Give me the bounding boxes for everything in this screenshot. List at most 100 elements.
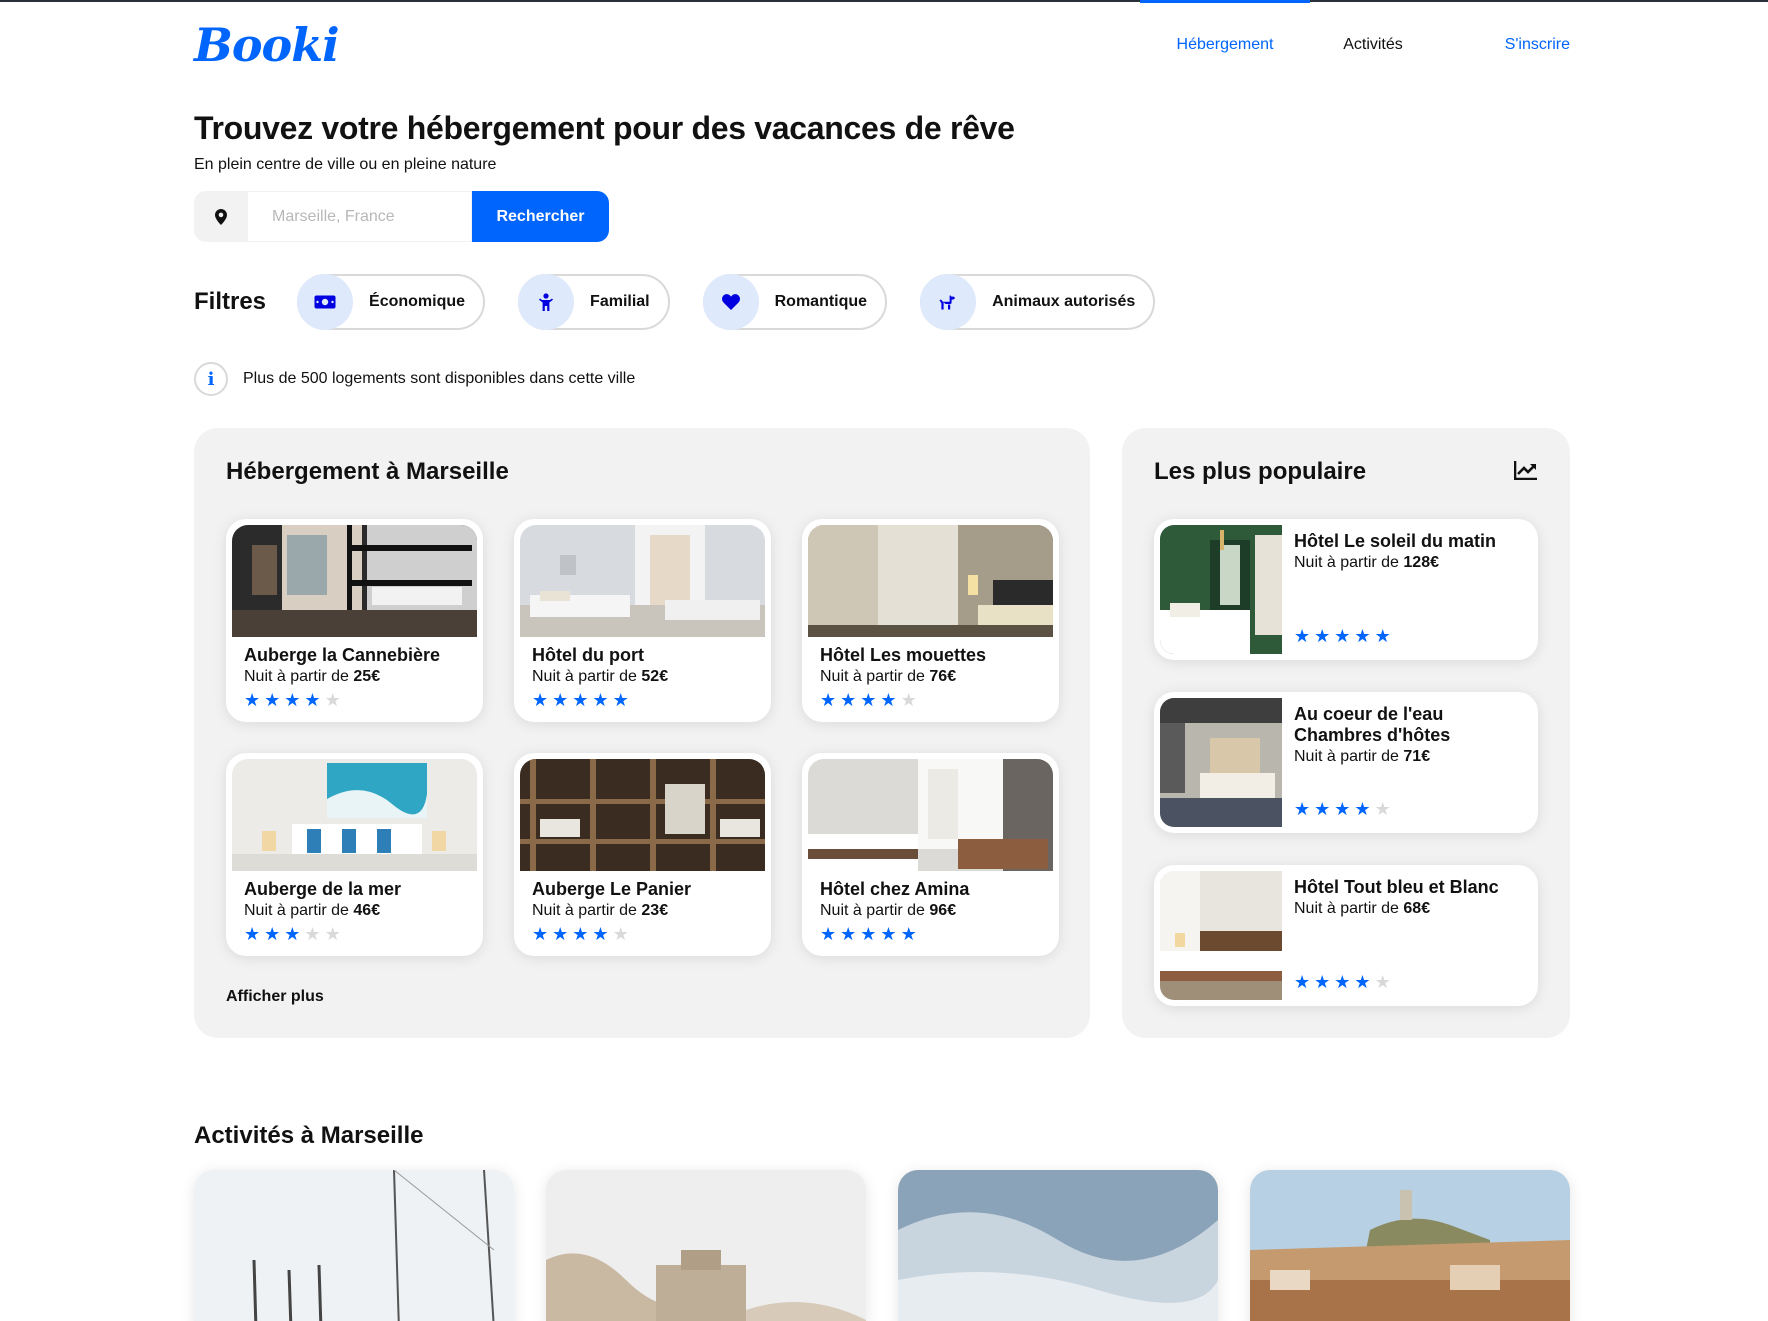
star-icon: ★ (880, 924, 897, 944)
nav-activites[interactable]: Activités (1310, 0, 1436, 90)
star-icon: ★ (552, 690, 569, 710)
info-text: Plus de 500 logements sont disponibles d… (243, 370, 636, 387)
filter-animaux[interactable]: Animaux autorisés (920, 274, 1156, 330)
accommodation-photo (808, 759, 1053, 871)
filter-romantique[interactable]: Romantique (702, 274, 888, 330)
star-icon: ★ (1314, 799, 1331, 819)
accommodation-name: Hôtel chez Amina (820, 879, 970, 899)
page-subtitle: En plein centre de ville ou en pleine na… (194, 156, 497, 173)
star-icon: ★ (900, 690, 917, 710)
accommodations-panel: Hébergement à Marseille Auberge la Canne… (194, 428, 1090, 1038)
accommodations-title: Hébergement à Marseille (226, 458, 509, 485)
price-prefix: Nuit à partir de (1294, 554, 1399, 571)
activity-card[interactable] (898, 1170, 1218, 1321)
star-icon: ★ (1334, 972, 1351, 992)
dog-icon (920, 274, 977, 330)
star-icon: ★ (1294, 972, 1311, 992)
star-icon: ★ (860, 690, 877, 710)
accommodation-photo (232, 759, 477, 871)
popular-card[interactable]: Hôtel Le soleil du matin Nuit à partir d… (1154, 519, 1538, 660)
popular-name: Hôtel Tout bleu et Blanc (1294, 877, 1499, 897)
star-icon: ★ (284, 690, 301, 710)
price-value: 76€ (929, 668, 957, 685)
nav-hebergement[interactable]: Hébergement (1140, 0, 1310, 90)
price-value: 68€ (1403, 900, 1431, 917)
popular-card[interactable]: Au coeur de l'eau Chambres d'hôtes Nuit … (1154, 692, 1538, 833)
star-icon: ★ (1354, 799, 1371, 819)
star-icon: ★ (900, 924, 917, 944)
price-value: 46€ (353, 902, 381, 919)
price-prefix: Nuit à partir de (532, 668, 637, 685)
star-icon: ★ (840, 924, 857, 944)
search-button[interactable]: Rechercher (472, 191, 609, 242)
star-icon: ★ (244, 924, 261, 944)
price-prefix: Nuit à partir de (1294, 900, 1399, 917)
popular-name: Hôtel Le soleil du matin (1294, 531, 1497, 551)
star-icon: ★ (264, 690, 281, 710)
star-icon: ★ (1334, 626, 1351, 646)
accommodation-price: Nuit à partir de 96€ (820, 902, 1053, 920)
activity-card[interactable] (194, 1170, 514, 1321)
activity-card[interactable] (1250, 1170, 1570, 1321)
popular-card[interactable]: Hôtel Tout bleu et Blanc Nuit à partir d… (1154, 865, 1538, 1006)
star-icon: ★ (244, 690, 261, 710)
accommodation-name: Auberge Le Panier (532, 879, 692, 899)
accommodation-photo (520, 525, 765, 637)
star-icon: ★ (820, 690, 837, 710)
filter-familial[interactable]: Familial (518, 274, 670, 330)
accommodation-card[interactable]: Auberge la Cannebière Nuit à partir de 2… (226, 519, 483, 722)
star-icon: ★ (324, 690, 341, 710)
accommodation-card[interactable]: Auberge de la mer Nuit à partir de 46€ ★… (226, 753, 483, 956)
price-value: 25€ (353, 668, 381, 685)
nav-sinscrire[interactable]: S'inscrire (1436, 0, 1570, 90)
search-input[interactable] (248, 191, 472, 242)
popular-title: Les plus populaire (1154, 458, 1367, 485)
filter-economique[interactable]: Économique (297, 274, 486, 330)
accommodation-card[interactable]: Hôtel du port Nuit à partir de 52€ ★ ★ ★ ★ ★ (514, 519, 771, 722)
accommodation-price: Nuit à partir de 46€ (244, 902, 477, 920)
star-icon: ★ (304, 690, 321, 710)
star-icon: ★ (532, 690, 549, 710)
main-nav: Hébergement Activités S'inscrire (1140, 0, 1570, 90)
child-icon (518, 274, 575, 330)
popular-name: Au coeur de l'eau Chambres d'hôtes (1294, 704, 1451, 745)
star-icon: ★ (1374, 972, 1391, 992)
star-icon: ★ (612, 690, 629, 710)
price-value: 23€ (641, 902, 669, 919)
star-icon: ★ (1314, 972, 1331, 992)
rating-stars: ★ ★ ★ ★ ★ (532, 690, 765, 710)
accommodation-price: Nuit à partir de 25€ (244, 668, 477, 686)
accommodation-card[interactable]: Hôtel Les mouettes Nuit à partir de 76€ … (802, 519, 1059, 722)
star-icon: ★ (572, 690, 589, 710)
activity-card[interactable] (546, 1170, 866, 1321)
accommodation-price: Nuit à partir de 23€ (532, 902, 765, 920)
popular-photo (1160, 525, 1282, 654)
filter-label: Romantique (774, 293, 868, 310)
popular-price: Nuit à partir de 128€ (1294, 554, 1532, 572)
star-icon: ★ (840, 690, 857, 710)
star-icon: ★ (324, 924, 341, 944)
rating-stars: ★ ★ ★ ★ ★ (244, 690, 477, 710)
accommodation-card[interactable]: Auberge Le Panier Nuit à partir de 23€ ★… (514, 753, 771, 956)
info-line: i Plus de 500 logements sont disponibles… (194, 362, 635, 396)
popular-price: Nuit à partir de 71€ (1294, 748, 1532, 766)
filter-label: Animaux autorisés (992, 293, 1136, 310)
star-icon: ★ (592, 924, 609, 944)
star-icon: ★ (264, 924, 281, 944)
booki-logo[interactable]: Booki (194, 18, 340, 72)
accommodation-card[interactable]: Hôtel chez Amina Nuit à partir de 96€ ★ ★… (802, 753, 1059, 956)
filters-row: Filtres Économique Familial Romantique A… (194, 274, 1188, 330)
star-icon: ★ (552, 924, 569, 944)
show-more-link[interactable]: Afficher plus (226, 988, 324, 1006)
filters-label: Filtres (194, 288, 267, 315)
activity-photo (898, 1170, 1218, 1321)
star-icon: ★ (1294, 799, 1311, 819)
rating-stars: ★ ★ ★ ★ ★ (1294, 626, 1391, 646)
rating-stars: ★ ★ ★ ★ ★ (1294, 799, 1391, 819)
star-icon: ★ (612, 924, 629, 944)
rating-stars: ★ ★ ★ ★ ★ (820, 924, 1053, 944)
price-prefix: Nuit à partir de (244, 668, 349, 685)
activity-photo (194, 1170, 514, 1321)
star-icon: ★ (1354, 626, 1371, 646)
star-icon: ★ (1354, 972, 1371, 992)
